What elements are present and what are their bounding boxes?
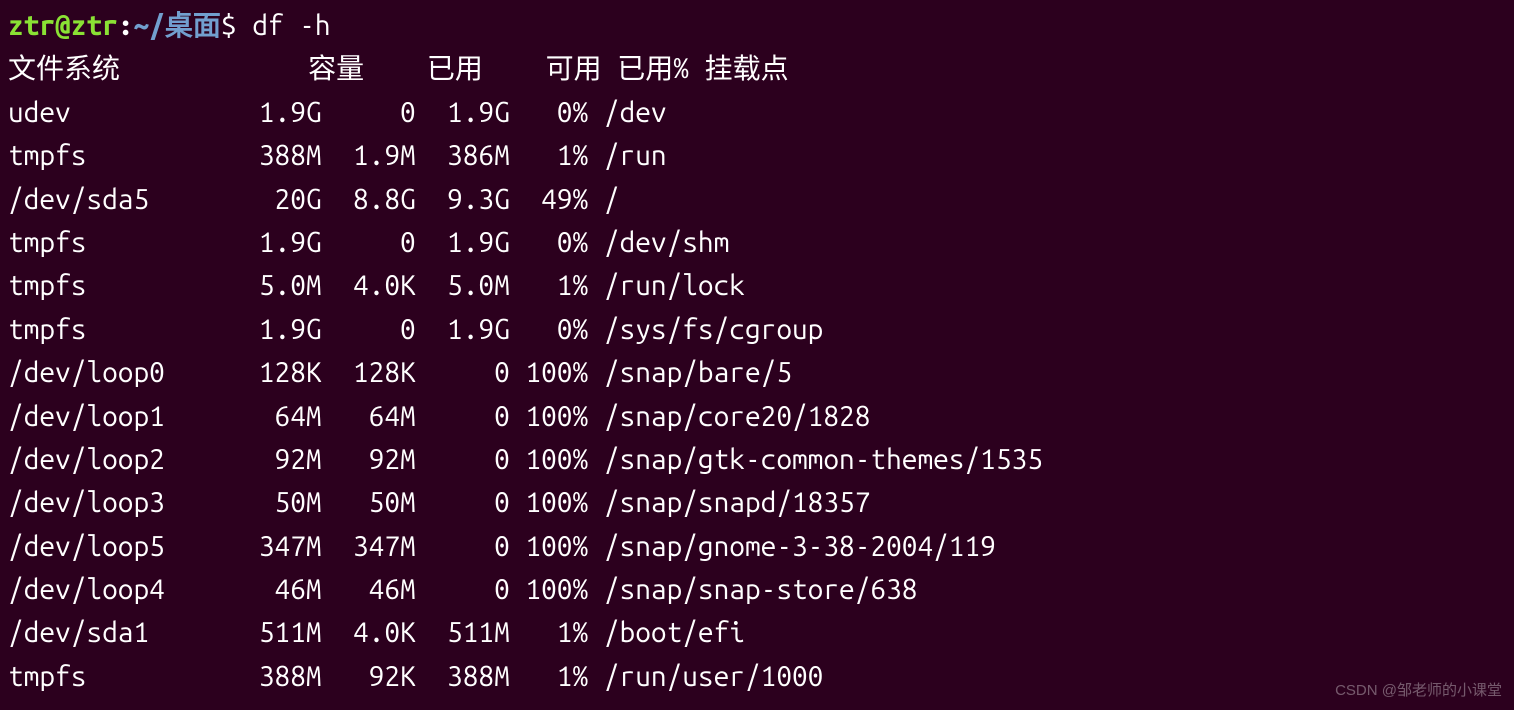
watermark-text: CSDN @邹老师的小课堂 [1335,679,1502,702]
command-text: df -h [252,10,330,41]
prompt-colon: : [118,10,134,41]
terminal-output[interactable]: ztr@ztr:~/桌面$ df -h 文件系统 容量 已用 可用 已用% 挂载… [8,4,1506,698]
df-output: 文件系统 容量 已用 可用 已用% 挂载点 udev 1.9G 0 1.9G 0… [8,53,1043,691]
prompt-path: ~/桌面 [133,10,220,41]
prompt-user-host: ztr@ztr [8,10,118,41]
prompt-dollar: $ [221,10,252,41]
